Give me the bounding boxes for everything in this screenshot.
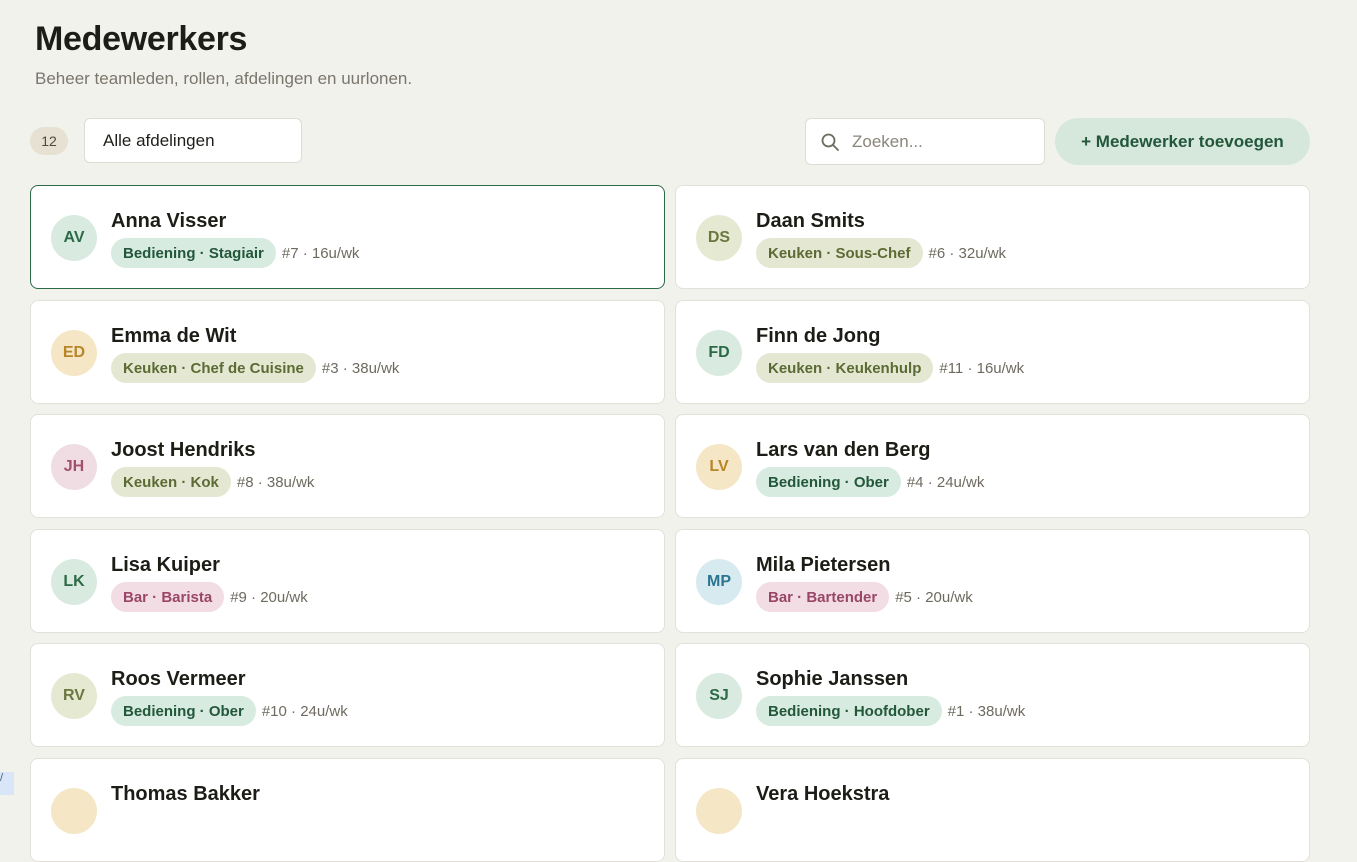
employee-card[interactable]: LV Lars van den Berg Bediening · Ober #4 · … <box>675 414 1310 518</box>
employee-card[interactable]: ED Emma de Wit Keuken · Chef de Cuisine #3 … <box>30 300 665 404</box>
toolbar: 12 Alle afdelingen + Medewerker toevoege… <box>30 118 1310 165</box>
role-badge: Keuken · Sous-Chef <box>756 238 923 268</box>
role-badge: Bediening · Stagiair <box>111 238 276 268</box>
employee-card[interactable]: Thomas Bakker <box>30 758 665 862</box>
corner-tab[interactable]: / <box>0 772 14 795</box>
role-badge: Keuken · Kok <box>111 467 231 497</box>
employee-meta-row: Bediening · Ober #4 · 24u/wk <box>756 467 984 497</box>
role-badge: Bar · Barista <box>111 582 225 612</box>
role-badge: Keuken · Chef de Cuisine <box>111 353 316 383</box>
role-badge: Bar · Bartender <box>756 582 890 612</box>
employee-meta-row: Bediening · Stagiair #7 · 16u/wk <box>111 238 359 268</box>
employee-number-hours: #9 · 20u/wk <box>230 588 308 606</box>
avatar: ED <box>51 330 97 376</box>
employee-card[interactable]: SJ Sophie Janssen Bediening · Hoofdober #1 … <box>675 643 1310 747</box>
page-title: Medewerkers <box>35 20 248 58</box>
employee-number-hours: #8 · 38u/wk <box>236 473 315 491</box>
employee-name: Emma de Wit <box>111 325 237 347</box>
role-badge: Keuken · Keukenhulp <box>756 353 934 383</box>
search-input[interactable] <box>850 130 1034 153</box>
employee-name: Sophie Janssen <box>756 668 909 690</box>
employee-card[interactable]: DS Daan Smits Keuken · Sous-Chef #6 · 32u/w… <box>675 185 1310 289</box>
employee-name: Lars van den Berg <box>756 439 931 461</box>
employee-number-hours: #5 · 20u/wk <box>895 588 973 606</box>
employee-number-hours: #10 · 24u/wk <box>261 702 348 720</box>
role-badge: Bediening · Ober <box>111 696 256 726</box>
page-subtitle: Beheer teamleden, rollen, afdelingen en … <box>35 69 413 88</box>
employee-meta-row: Bediening · Hoofdober #1 · 38u/wk <box>756 696 1025 726</box>
avatar: LV <box>696 444 742 490</box>
employee-count-badge: 12 <box>30 127 68 155</box>
add-employee-button[interactable]: + Medewerker toevoegen <box>1055 118 1310 165</box>
employee-meta-row: Keuken · Sous-Chef #6 · 32u/wk <box>756 238 1006 268</box>
employee-card[interactable]: AV Anna Visser Bediening · Stagiair #7 · 16… <box>30 185 665 289</box>
employee-meta-row: Keuken · Chef de Cuisine #3 · 38u/wk <box>111 353 399 383</box>
employee-number-hours: #7 · 16u/wk <box>281 244 360 262</box>
employee-meta-row: Keuken · Keukenhulp #11 · 16u/wk <box>756 353 1024 383</box>
employee-number-hours: #3 · 38u/wk <box>321 359 400 377</box>
avatar: FD <box>696 330 742 376</box>
employee-card[interactable]: JH Joost Hendriks Keuken · Kok #8 · 38u/wk <box>30 414 665 518</box>
avatar: JH <box>51 444 97 490</box>
employee-name: Roos Vermeer <box>111 668 246 690</box>
avatar: LK <box>51 559 97 605</box>
avatar: RV <box>51 673 97 719</box>
employee-number-hours: #1 · 38u/wk <box>947 702 1026 720</box>
avatar: AV <box>51 215 97 261</box>
search-box[interactable] <box>805 118 1045 165</box>
employee-name: Anna Visser <box>111 210 227 232</box>
employee-number-hours: #11 · 16u/wk <box>939 359 1025 377</box>
avatar: DS <box>696 215 742 261</box>
employee-name: Joost Hendriks <box>111 439 256 461</box>
employee-meta-row: Keuken · Kok #8 · 38u/wk <box>111 467 314 497</box>
employee-name: Mila Pietersen <box>756 554 891 576</box>
employee-meta-row: Bediening · Ober #10 · 24u/wk <box>111 696 348 726</box>
department-filter-select[interactable]: Alle afdelingen <box>84 118 302 163</box>
employee-name: Daan Smits <box>756 210 865 232</box>
employee-name: Finn de Jong <box>756 325 881 347</box>
employee-card[interactable]: MP Mila Pietersen Bar · Bartender #5 · 20u/… <box>675 529 1310 633</box>
search-icon <box>821 133 839 151</box>
employee-card[interactable]: LK Lisa Kuiper Bar · Barista #9 · 20u/wk <box>30 529 665 633</box>
employee-meta-row: Bar · Bartender #5 · 20u/wk <box>756 582 973 612</box>
employee-name: Lisa Kuiper <box>111 554 220 576</box>
employee-card[interactable]: Vera Hoekstra <box>675 758 1310 862</box>
employee-card[interactable]: RV Roos Vermeer Bediening · Ober #10 · 24u/… <box>30 643 665 747</box>
avatar: MP <box>696 559 742 605</box>
role-badge: Bediening · Ober <box>756 467 901 497</box>
employee-card[interactable]: FD Finn de Jong Keuken · Keukenhulp #11 · 1… <box>675 300 1310 404</box>
employee-number-hours: #4 · 24u/wk <box>906 473 985 491</box>
employee-meta-row: Bar · Barista #9 · 20u/wk <box>111 582 308 612</box>
avatar: SJ <box>696 673 742 719</box>
role-badge: Bediening · Hoofdober <box>756 696 942 726</box>
employee-number-hours: #6 · 32u/wk <box>928 244 1007 262</box>
